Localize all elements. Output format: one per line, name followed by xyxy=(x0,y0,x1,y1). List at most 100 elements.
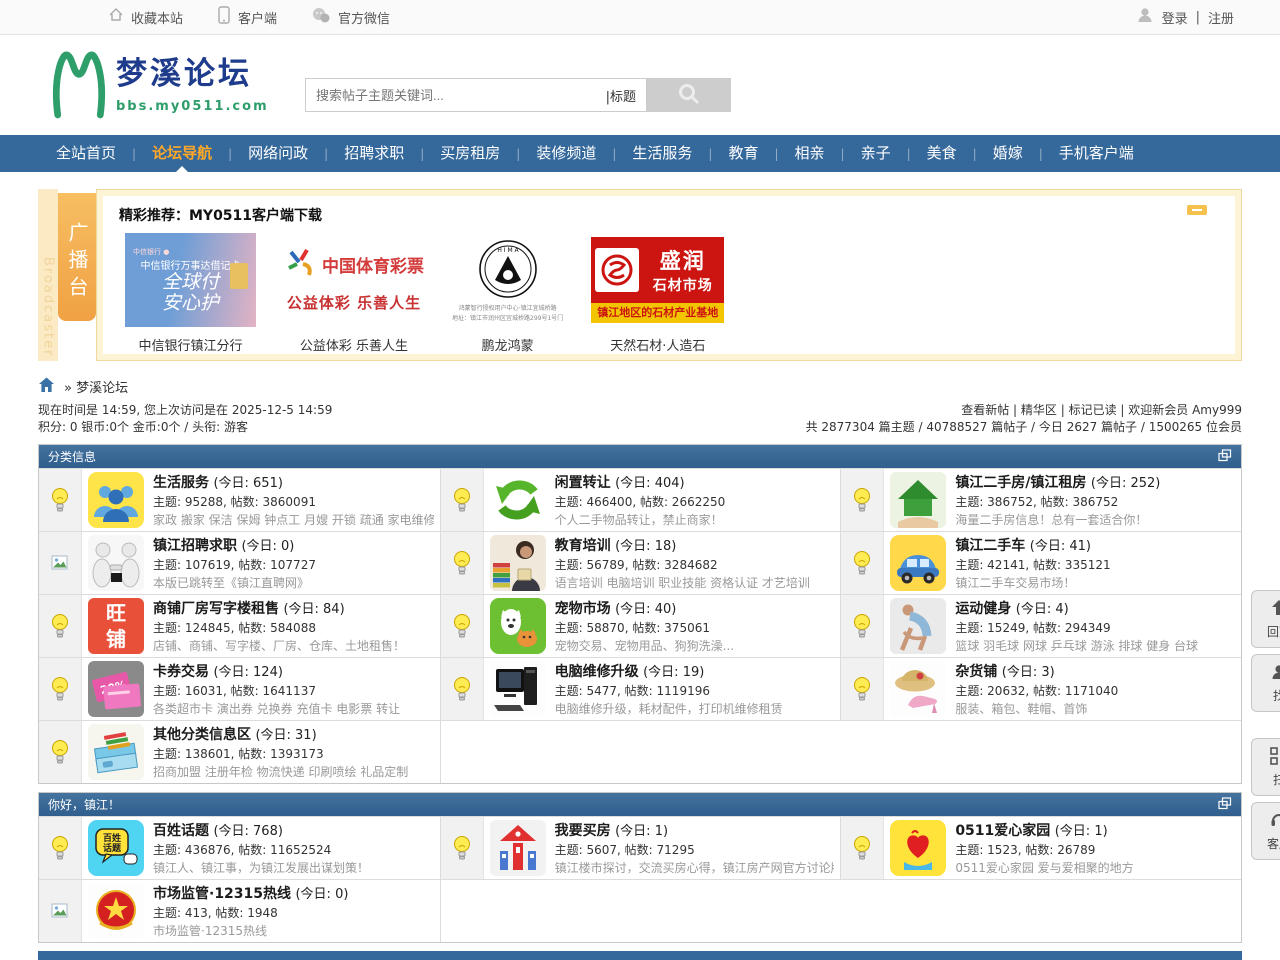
topbar-item[interactable]: 收藏本站 xyxy=(108,7,183,27)
nav-item-4[interactable]: 招聘求职 xyxy=(328,135,420,172)
nav-item-12[interactable]: 婚嫁 xyxy=(977,135,1039,172)
site-logo[interactable]: 梦溪论坛 bbs.my0511.com xyxy=(50,45,269,126)
search-scope-select[interactable]: |标题 xyxy=(606,86,646,105)
forum-link[interactable]: 我要买房 xyxy=(555,823,611,839)
nav-item-8[interactable]: 教育 xyxy=(712,135,774,172)
forum-link[interactable]: 杂货铺 xyxy=(955,664,997,680)
ad-banner-citic[interactable]: 中信银行 ●中信银行万事达借记卡全球付安心护中信银行镇江分行 xyxy=(125,233,256,354)
forum-link[interactable]: 商铺厂房写字楼租售 xyxy=(153,601,279,617)
lightbulb-icon xyxy=(39,721,82,783)
forum-link[interactable]: 闲置转让 xyxy=(555,475,611,491)
minimize-button[interactable] xyxy=(1187,205,1207,215)
forum-link[interactable]: 生活服务 xyxy=(153,475,209,491)
breadcrumb: » 梦溪论坛 xyxy=(38,375,1242,397)
grocery-icon[interactable] xyxy=(890,661,946,717)
register-link[interactable]: 注册 xyxy=(1208,8,1234,27)
forum-link[interactable]: 市场监管·12315热线 xyxy=(153,886,291,902)
nav-item-9[interactable]: 相亲 xyxy=(779,135,841,172)
forum-link[interactable]: 教育培训 xyxy=(555,538,611,554)
life-service-icon[interactable] xyxy=(88,472,144,528)
logo-text: 梦溪论坛 bbs.my0511.com xyxy=(116,45,269,114)
quick-link[interactable]: 精华区 xyxy=(1021,403,1057,417)
emblem-icon[interactable] xyxy=(88,883,144,939)
forum-link[interactable]: 镇江二手房/镇江租房 xyxy=(955,475,1086,491)
ad-banner-lottery[interactable]: 中国体育彩票公益体彩 乐善人生公益体彩 乐善人生 xyxy=(284,233,424,354)
forum-stats: 主题: 1523, 帖数: 26789 xyxy=(955,841,1235,858)
fitness-icon[interactable] xyxy=(890,598,946,654)
forum-link[interactable]: 镇江二手车 xyxy=(955,538,1025,554)
forum-link[interactable]: 0511爱心家园 xyxy=(955,823,1050,839)
collapse-icon[interactable] xyxy=(1218,449,1232,465)
forum-today-count: (今日: 40) xyxy=(615,602,676,617)
nav-item-6[interactable]: 装修频道 xyxy=(520,135,612,172)
float-button-回顶[interactable]: 回顶 xyxy=(1251,590,1280,648)
nav-item-3[interactable]: 网络问政 xyxy=(232,135,324,172)
float-button-找[interactable]: 找 xyxy=(1251,654,1280,712)
computer-icon[interactable] xyxy=(490,661,546,717)
lottery-ad-image: 中国体育彩票公益体彩 乐善人生 xyxy=(284,233,424,327)
green-house-icon[interactable] xyxy=(890,472,946,528)
nav-item-1[interactable]: 全站首页 xyxy=(40,135,132,172)
recycle-icon[interactable] xyxy=(490,472,546,528)
forum-cell: 运动健身 (今日: 4)主题: 15249, 帖数: 294349篮球 羽毛球 … xyxy=(840,595,1241,657)
topbar-item[interactable]: 客户端 xyxy=(217,6,277,28)
service-icon xyxy=(1270,811,1280,832)
collapse-icon[interactable] xyxy=(1218,797,1232,813)
nav-item-11[interactable]: 美食 xyxy=(911,135,973,172)
welcome-member[interactable]: 欢迎新会员 Amy999 xyxy=(1128,403,1242,417)
forum-text: 运动健身 (今日: 4)主题: 15249, 帖数: 294349篮球 羽毛球 … xyxy=(955,598,1235,654)
forum-stats: 主题: 436876, 帖数: 11652524 xyxy=(153,841,434,858)
forum-stats: 主题: 124845, 帖数: 584088 xyxy=(153,619,434,636)
forum-row: 生活服务 (今日: 651)主题: 95288, 帖数: 3860091家政 搬… xyxy=(39,468,1241,531)
forum-link[interactable]: 镇江招聘求职 xyxy=(153,538,237,554)
forum-cell: 宠物市场 (今日: 40)主题: 58870, 帖数: 375061宠物交易、宠… xyxy=(440,595,841,657)
topbar-item-label: 收藏本站 xyxy=(131,8,183,27)
pets-icon[interactable] xyxy=(490,598,546,654)
search-input[interactable] xyxy=(306,88,606,103)
forum-today-count: (今日: 0) xyxy=(241,539,294,554)
login-link[interactable]: 登录 xyxy=(1162,8,1188,27)
ad-banner-stone[interactable]: 盛润石材市场镇江地区的石材产业基地天然石材·人造石 xyxy=(591,233,724,354)
forum-link[interactable]: 运动健身 xyxy=(955,601,1011,617)
handshake-icon[interactable] xyxy=(88,535,144,591)
forum-link[interactable]: 百姓话题 xyxy=(153,823,209,839)
forum-body: 运动健身 (今日: 4)主题: 15249, 帖数: 294349篮球 羽毛球 … xyxy=(884,595,1241,657)
nav-item-7[interactable]: 生活服务 xyxy=(616,135,708,172)
forum-link[interactable]: 电脑维修升级 xyxy=(555,664,639,680)
love-home-icon[interactable] xyxy=(890,820,946,876)
quick-link[interactable]: 标记已读 xyxy=(1069,403,1117,417)
float-button-扫[interactable]: 扫 xyxy=(1251,738,1280,796)
site-url: bbs.my0511.com xyxy=(116,99,269,114)
broadcast-frame: 精彩推荐：MY0511客户端下载 中信银行 ●中信银行万事达借记卡全球付安心护中… xyxy=(96,189,1242,361)
stone-red-block: 盛润石材市场 xyxy=(591,237,724,303)
citizen-talk-icon[interactable]: 百姓话题 xyxy=(88,820,144,876)
home-icon[interactable] xyxy=(38,377,55,396)
forum-cell: 旺铺商铺厂房写字楼租售 (今日: 84)主题: 124845, 帖数: 5840… xyxy=(39,595,440,657)
forum-today-count: (今日: 19) xyxy=(643,665,704,680)
car-icon[interactable] xyxy=(890,535,946,591)
buy-house-icon[interactable] xyxy=(490,820,546,876)
breadcrumb-link[interactable]: » 梦溪论坛 xyxy=(64,377,128,396)
misc-box-icon[interactable] xyxy=(88,724,144,780)
teacher-icon[interactable] xyxy=(490,535,546,591)
lottery-logo-icon xyxy=(284,247,316,282)
forum-cell: 电脑维修升级 (今日: 19)主题: 5477, 帖数: 1119196电脑维修… xyxy=(440,658,841,720)
nav-item-13[interactable]: 手机客户端 xyxy=(1043,135,1150,172)
broadcast-tab[interactable]: 广播台 xyxy=(58,193,96,321)
topbar-item[interactable]: 官方微信 xyxy=(311,7,390,28)
search-button[interactable] xyxy=(647,78,731,112)
nav-item-5[interactable]: 买房租房 xyxy=(424,135,516,172)
section-title: 分类信息 xyxy=(48,448,96,465)
quick-link[interactable]: 查看新帖 xyxy=(961,403,1009,417)
ad-banner-hima[interactable]: H I M A鸿蒙智行授权用户中心·镇江宜城桥路地址：镇江市润州区宜城桥路299… xyxy=(452,233,563,354)
wangpu-icon[interactable]: 旺铺 xyxy=(88,598,144,654)
nav-item-2[interactable]: 论坛导航 xyxy=(136,135,228,172)
forum-link[interactable]: 宠物市场 xyxy=(555,601,611,617)
cards-icon[interactable]: 20% xyxy=(88,661,144,717)
nav-item-10[interactable]: 亲子 xyxy=(845,135,907,172)
forum-today-count: (今日: 768) xyxy=(213,824,282,839)
float-button-客服[interactable]: 客服 xyxy=(1251,802,1280,860)
forum-link[interactable]: 卡券交易 xyxy=(153,664,209,680)
forum-link[interactable]: 其他分类信息区 xyxy=(153,727,251,743)
forum-cell: 生活服务 (今日: 651)主题: 95288, 帖数: 3860091家政 搬… xyxy=(39,469,440,531)
